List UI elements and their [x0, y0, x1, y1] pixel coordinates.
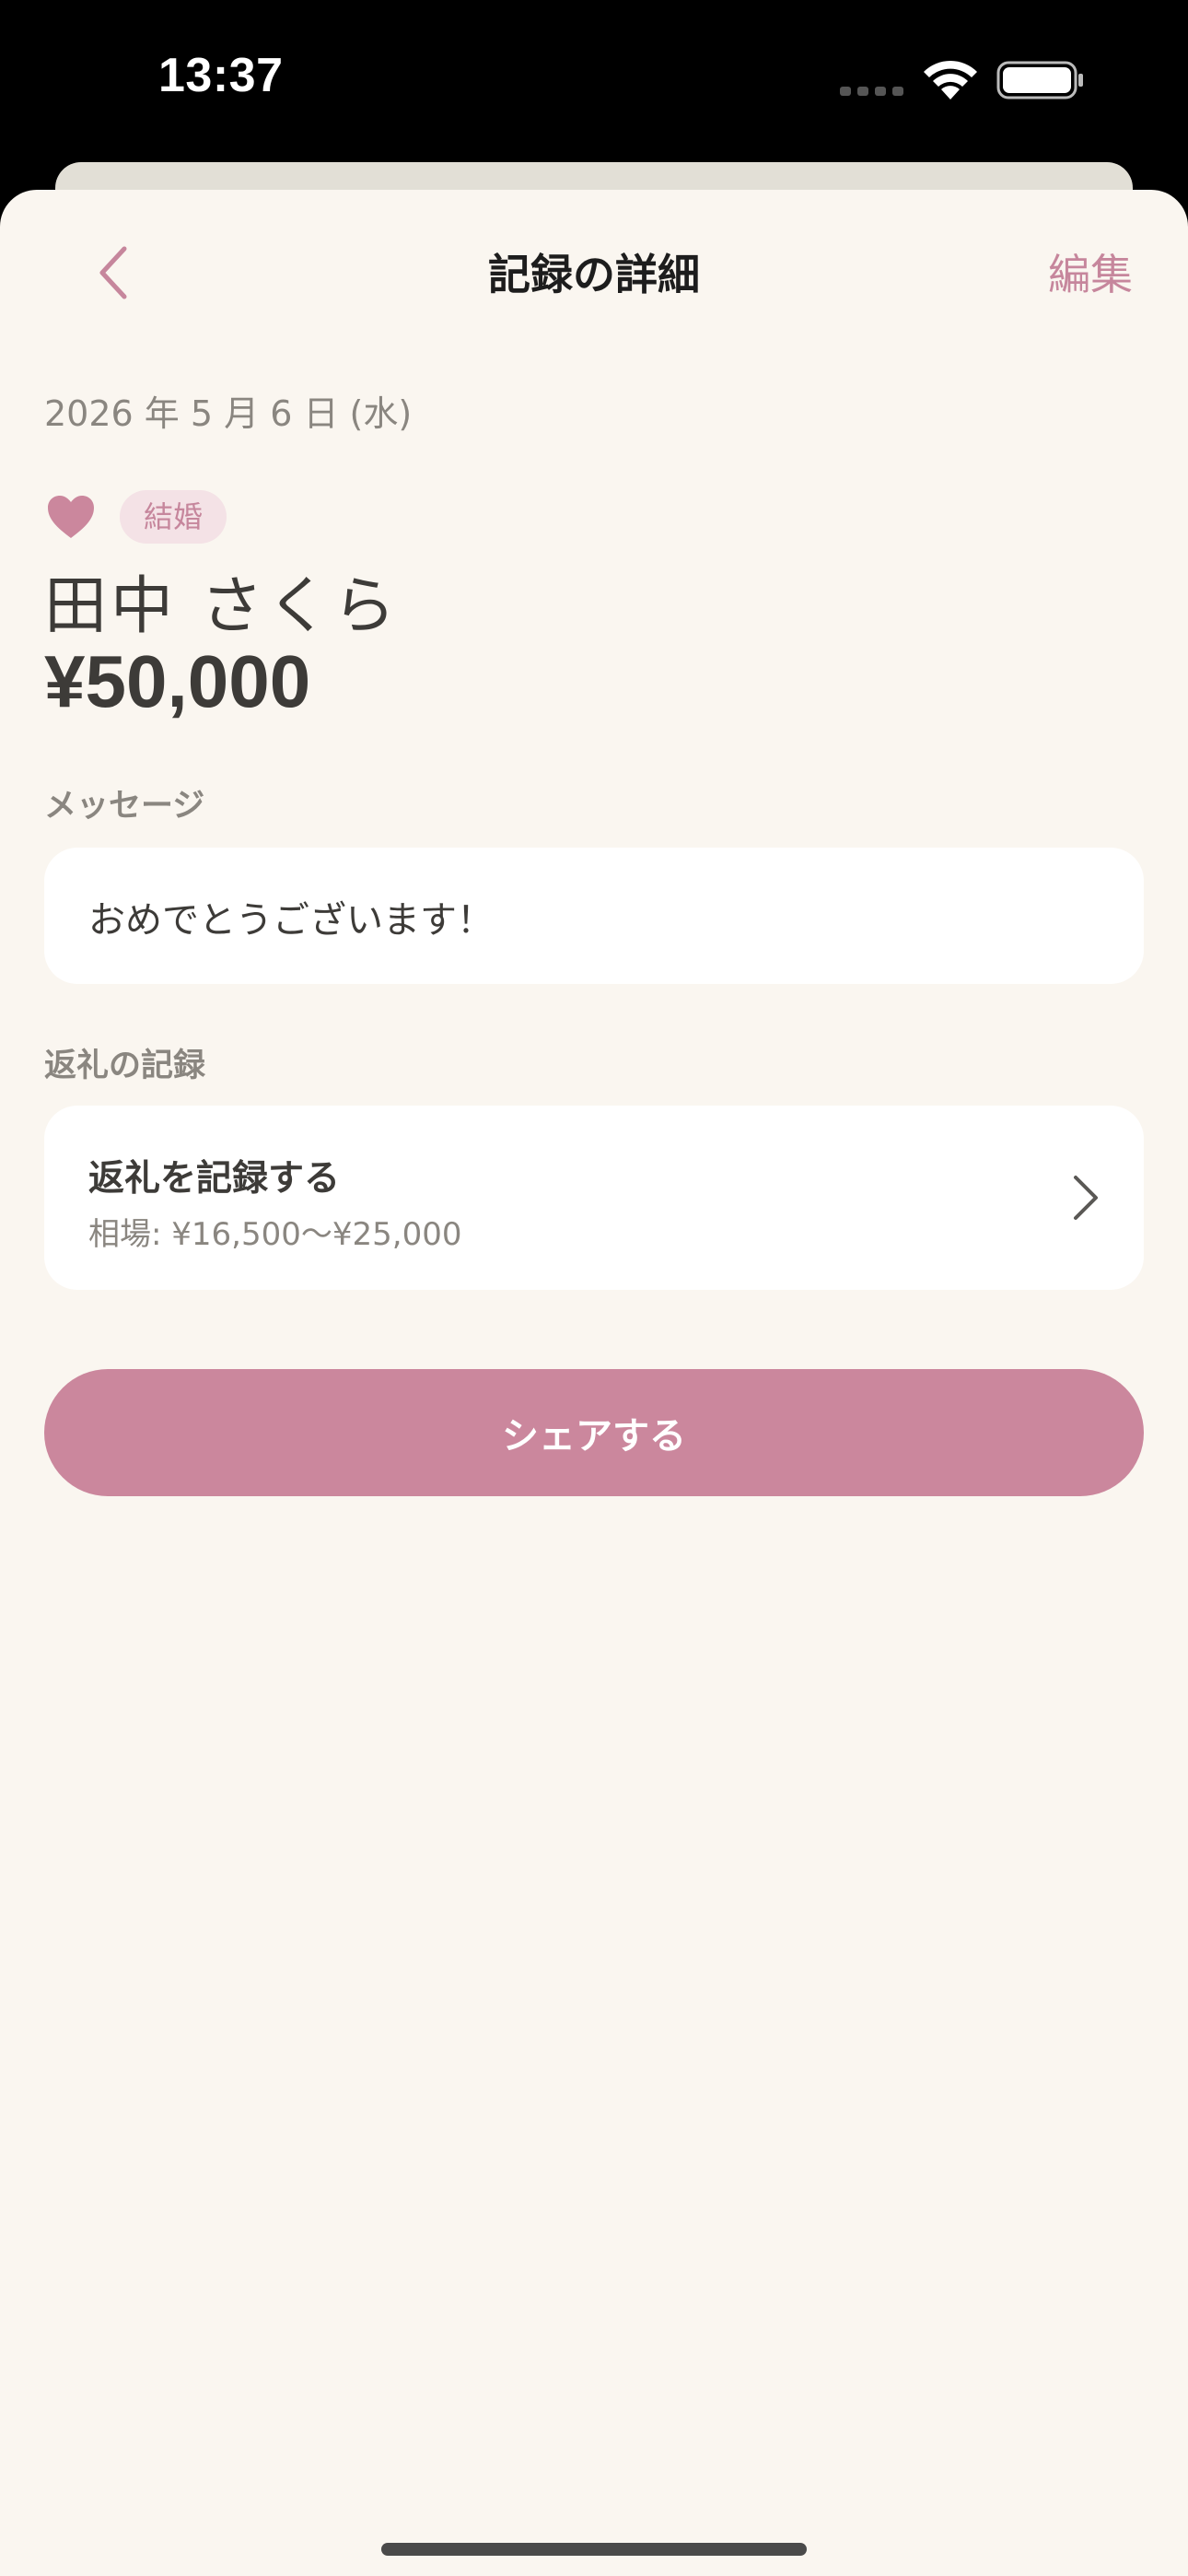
chevron-right-icon — [1074, 1176, 1098, 1220]
back-button[interactable] — [83, 236, 142, 310]
share-button[interactable]: シェアする — [44, 1369, 1144, 1496]
edit-button[interactable]: 編集 — [1048, 241, 1133, 302]
page-title: 記録の詳細 — [488, 250, 700, 299]
cellular-signal-icon — [840, 87, 903, 96]
message-text: おめでとうございます！ — [88, 899, 494, 942]
person-name: 田中 さくら — [44, 570, 400, 643]
return-section-label: 返礼の記録 — [44, 1048, 206, 1084]
status-bar: 13:37 — [0, 0, 1188, 162]
record-date: 2026 年 5 月 6 日 (水) — [44, 393, 413, 434]
heart-icon — [48, 496, 94, 538]
gift-amount: ¥50,000 — [44, 640, 311, 722]
record-return-row[interactable]: 返礼を記録する 相場: ¥16,500〜¥25,000 — [44, 1106, 1144, 1290]
wifi-icon — [924, 60, 977, 100]
message-section-label: メッセージ — [44, 788, 205, 825]
record-return-title: 返礼を記録する — [88, 1158, 341, 1200]
category-badge: 結婚 — [120, 490, 227, 544]
home-indicator[interactable] — [381, 2543, 807, 2556]
return-price-range: 相場: ¥16,500〜¥25,000 — [88, 1216, 462, 1253]
message-card: おめでとうございます！ — [44, 848, 1144, 984]
status-time: 13:37 — [158, 49, 284, 102]
chevron-left-icon — [99, 246, 127, 299]
record-detail-sheet: 記録の詳細 編集 2026 年 5 月 6 日 (水) 結婚 田中 さくら ¥5… — [0, 190, 1188, 2576]
nav-title-wrap: 記録の詳細 — [0, 241, 1188, 302]
battery-icon — [996, 61, 1083, 100]
screen: 13:37 記録の詳細 編集 2026 年 5 月 6 日 (水) 結婚 田中 … — [0, 0, 1188, 2576]
